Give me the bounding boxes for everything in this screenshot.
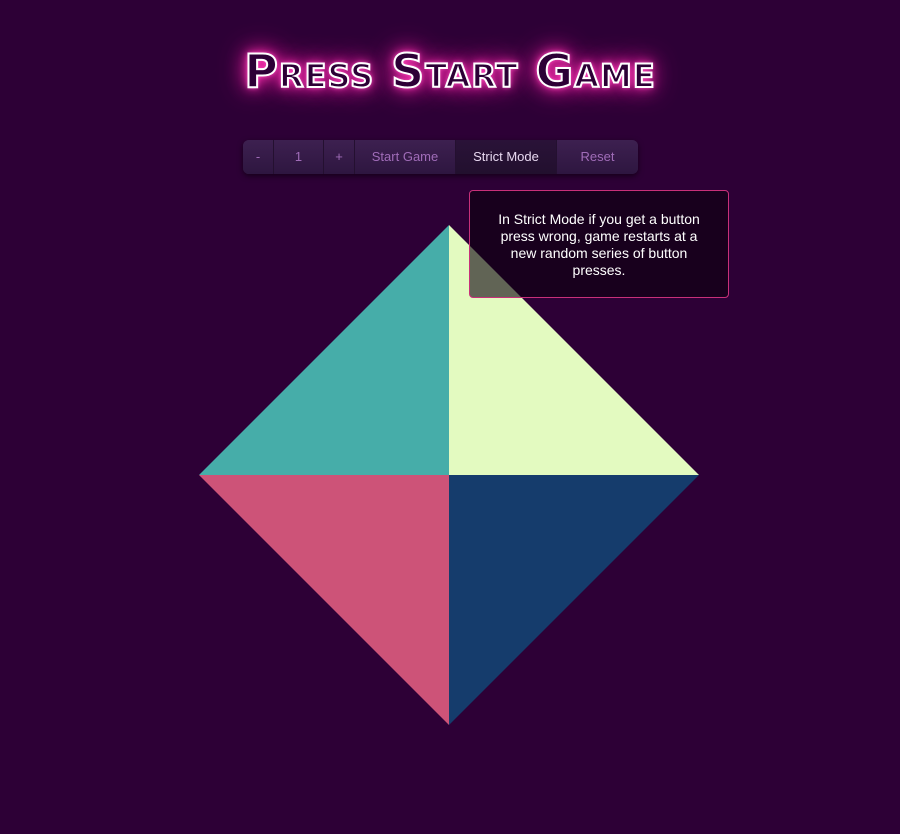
strict-mode-tooltip: In Strict Mode if you get a button press… bbox=[469, 190, 729, 298]
start-game-button[interactable]: Start Game bbox=[355, 140, 456, 174]
game-title: Press Start Game bbox=[243, 43, 656, 99]
pad-bottom-right[interactable] bbox=[449, 475, 699, 725]
strict-mode-button[interactable]: Strict Mode bbox=[456, 140, 557, 174]
control-bar: - 1 + Start Game Strict Mode Reset bbox=[243, 140, 638, 174]
pad-bottom-left[interactable] bbox=[199, 475, 449, 725]
pad-top-left[interactable] bbox=[199, 225, 449, 475]
reset-button[interactable]: Reset bbox=[557, 140, 638, 174]
decrement-button[interactable]: - bbox=[243, 140, 274, 174]
count-display: 1 bbox=[274, 140, 324, 174]
game-page: Press Start Game - 1 + Start Game Strict… bbox=[0, 0, 900, 834]
increment-button[interactable]: + bbox=[324, 140, 355, 174]
game-board bbox=[199, 225, 699, 725]
